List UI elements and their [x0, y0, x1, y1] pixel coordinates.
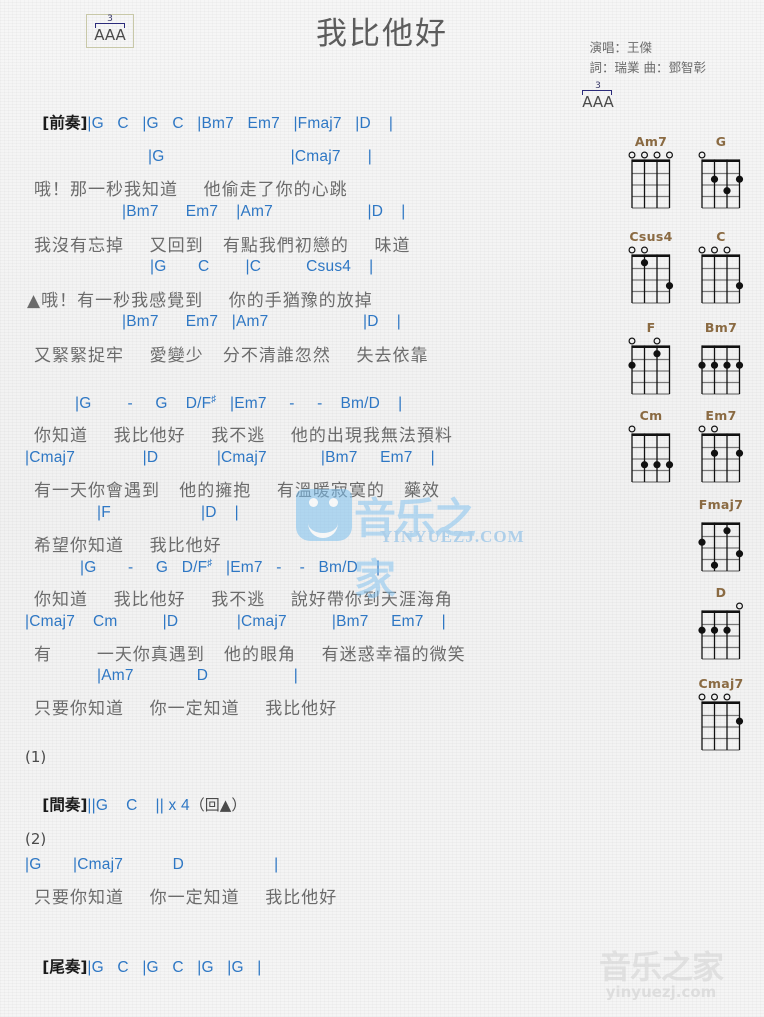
outro-label: [尾奏]: [42, 958, 88, 976]
interlude-chords: ||G C || x 4: [87, 797, 190, 814]
interlude-row: [間奏]||G C || x 4（回▲）: [25, 775, 246, 833]
chord-row: |G |Cmaj7 |: [148, 148, 372, 165]
prelude-row: [前奏]|G C |G C |Bm7 Em7 |Fmaj7 |D |: [25, 93, 393, 151]
bottom-watermark: 音乐之家 yinyuezj.com: [572, 951, 750, 1009]
chord-diagram-name: Cm: [639, 408, 663, 423]
chord-grid: [690, 150, 752, 212]
chord-diagram-name: Am7: [634, 134, 668, 149]
chord-row: |G - G D/F♯ |Em7 - - Bm/D |: [75, 394, 403, 413]
lyric-row: 希望你知道 我比他好: [34, 536, 222, 556]
chord-row: |Cmaj7 |D |Cmaj7 |Bm7 Em7 |: [25, 449, 435, 466]
chord-row: |Cmaj7 Cm |D |Cmaj7 |Bm7 Em7 |: [25, 613, 446, 630]
watermark-cn-text: 音乐之家: [598, 948, 724, 986]
lyric-row: 我沒有忘掉 又回到 有點我們初戀的 味道: [34, 236, 411, 256]
ending-verse-number: (2): [25, 830, 47, 848]
chord-grid: [620, 424, 682, 486]
chord-diagram-D: D: [690, 585, 752, 663]
chord-diagram-Fmaj7: Fmaj7: [690, 497, 752, 575]
chord-grid: [620, 336, 682, 398]
chord-diagram-Bm7: Bm7: [690, 320, 752, 398]
chord-diagram-Em7: Em7: [690, 408, 752, 486]
prelude-chords: |G C |G C |Bm7 Em7 |Fmaj7 |D |: [87, 115, 394, 132]
chord-diagram-Am7: Am7: [620, 134, 682, 212]
chord-row: |Bm7 Em7 |Am7 |D |: [122, 203, 406, 220]
chord-diagram-name: Fmaj7: [698, 497, 744, 512]
chord-grid: [690, 513, 752, 575]
chord-diagram-name: C: [716, 229, 726, 244]
lyric-row: 只要你知道 你一定知道 我比他好: [34, 699, 338, 719]
chord-row: |G |Cmaj7 D |: [25, 856, 279, 873]
chord-grid: [620, 150, 682, 212]
interlude-number: (1): [25, 748, 47, 766]
triplet-strum-marker-top: 3 AAA: [86, 14, 134, 48]
chord-row: |G - G D/F♯ |Em7 - - Bm/D |: [80, 558, 381, 577]
chord-row: |Bm7 Em7 |Am7 |D |: [122, 313, 401, 330]
chord-grid: [690, 336, 752, 398]
lyric-row: 有一天你會遇到 他的擁抱 有溫暖寂寞的 藥效: [34, 481, 441, 501]
chord-diagram-G: G: [690, 134, 752, 212]
chord-diagram-name: F: [646, 320, 656, 335]
chord-diagram-Csus4: Csus4: [620, 229, 682, 307]
lyric-row: 有 一天你真遇到 他的眼角 有迷惑幸福的微笑: [34, 645, 466, 665]
prelude-label: [前奏]: [42, 114, 88, 132]
watermark-en-text: YINYUEZJ.COM: [380, 527, 525, 546]
chord-diagram-name: Em7: [705, 408, 737, 423]
chord-grid: [690, 245, 752, 307]
triplet-strum-marker-credits: 3 AAA: [574, 81, 622, 116]
chord-sheet: 我比他好 3 AAA 演唱：王傑 詞：瑞業 曲：鄧智彰 3 AAA [前奏]|G…: [0, 0, 764, 1017]
singer-line: 演唱：王傑: [589, 40, 653, 55]
chord-diagram-name: Cmaj7: [698, 676, 744, 691]
chord-diagram-name: D: [715, 585, 727, 600]
chord-diagram-name: Csus4: [629, 229, 673, 244]
lyric-row: 你知道 我比他好 我不逃 他的出現我無法預料: [34, 426, 453, 446]
lyric-row: 你知道 我比他好 我不逃 說好帶你到天涯海角: [34, 590, 453, 610]
chord-grid: [690, 692, 752, 754]
interlude-repeat-note: （回▲）: [189, 796, 247, 814]
chord-grid: [620, 245, 682, 307]
interlude-label: [間奏]: [42, 796, 88, 814]
outro-row: [尾奏]|G C |G C |G |G |: [25, 937, 261, 995]
chord-row: |G C |C Csus4 |: [150, 258, 374, 275]
watermark-en-text: yinyuezj.com: [605, 983, 717, 1001]
chord-grid: [690, 601, 752, 663]
lyric-row: 哦！那一秒我知道 他偷走了你的心跳: [34, 180, 348, 200]
chord-diagram-Cm: Cm: [620, 408, 682, 486]
chord-diagram-C: C: [690, 229, 752, 307]
chord-grid: [690, 424, 752, 486]
chord-diagram-Cmaj7: Cmaj7: [690, 676, 752, 754]
strum-pattern-label: AAA: [94, 26, 126, 44]
chord-diagram-name: Bm7: [704, 320, 738, 335]
chord-row: |Am7 D |: [97, 667, 299, 684]
lyric-row: 又緊緊捉牢 愛變少 分不清誰忽然 失去依靠: [34, 346, 429, 366]
writer-line: 詞：瑞業 曲：鄧智彰: [589, 60, 706, 75]
lyric-row: 只要你知道 你一定知道 我比他好: [34, 888, 338, 908]
strum-pattern-label: AAA: [582, 93, 614, 111]
chord-diagram-F: F: [620, 320, 682, 398]
outro-chords: |G C |G C |G |G |: [87, 959, 262, 976]
credits: 演唱：王傑 詞：瑞業 曲：鄧智彰: [590, 38, 706, 78]
chord-diagram-name: G: [715, 134, 727, 149]
lyric-row: ▲哦！有一秒我感覺到 你的手猶豫的放掉: [27, 291, 373, 311]
chord-row: |F |D |: [97, 504, 239, 521]
